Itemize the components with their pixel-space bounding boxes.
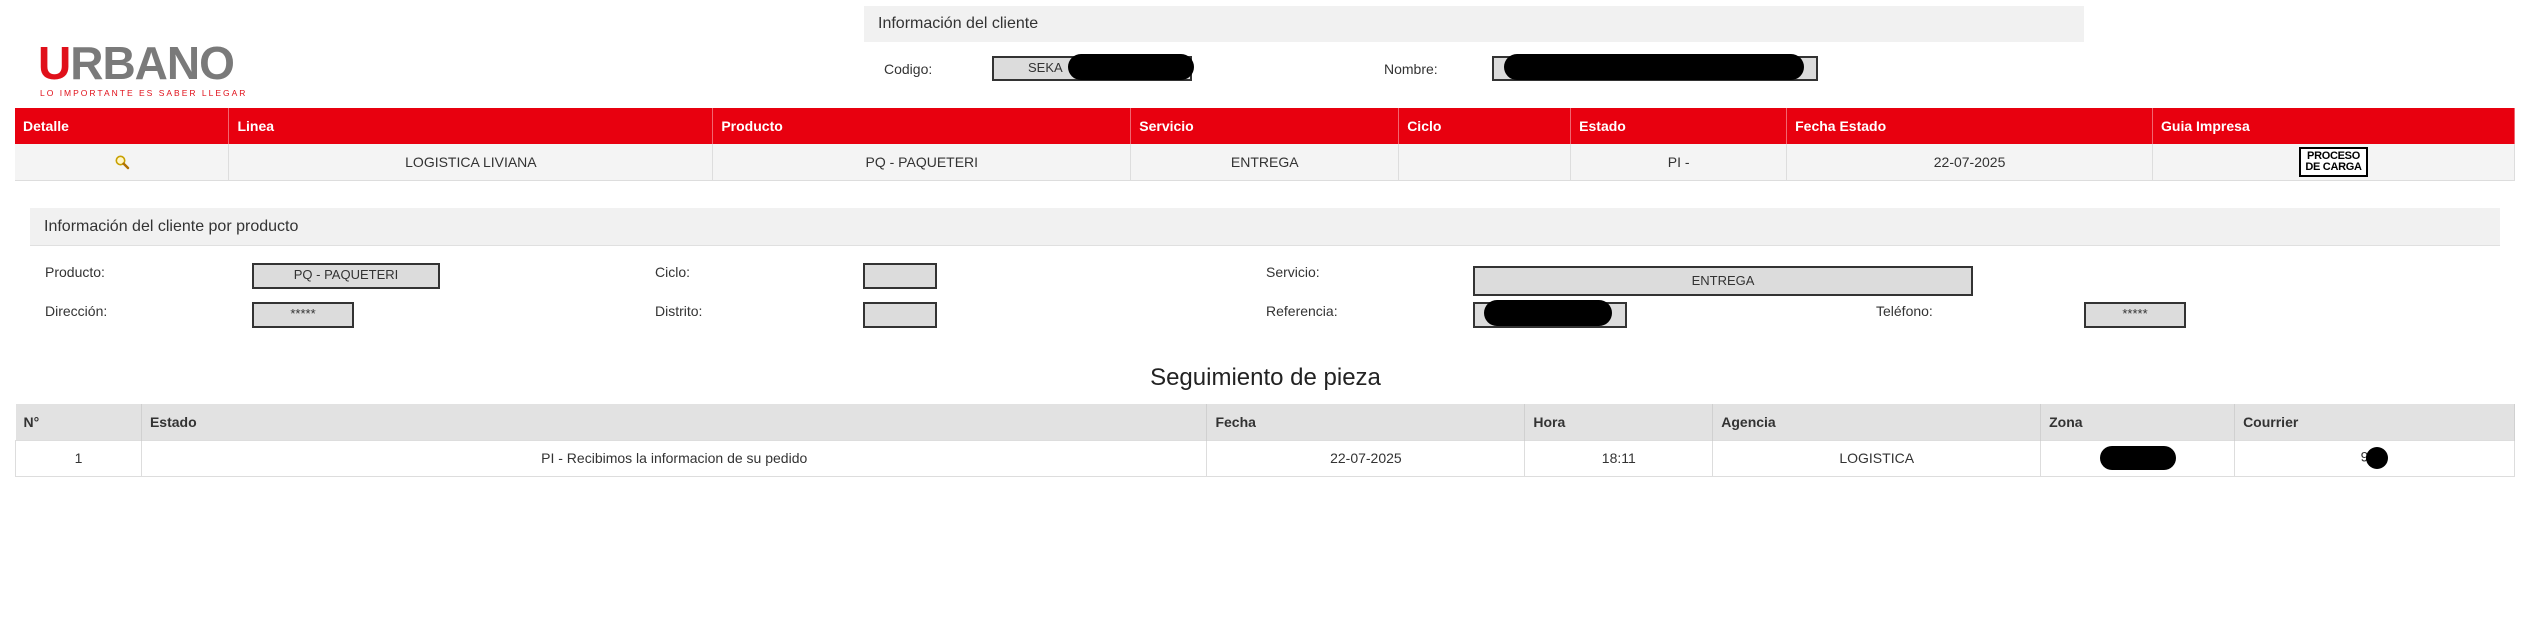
ciclo-field xyxy=(863,263,937,289)
redacted-courrier xyxy=(2366,447,2389,469)
client-info-header: Información del cliente xyxy=(864,6,2084,42)
tracking-title: Seguimiento de pieza xyxy=(1150,364,1381,391)
redacted-codigo xyxy=(1068,54,1194,80)
referencia-label: Referencia: xyxy=(1266,303,1338,319)
logo-wordmark: URBANO xyxy=(38,37,235,89)
guide-table: Detalle Linea Producto Servicio Ciclo Es… xyxy=(15,108,2515,181)
table-row: LOGISTICA LIVIANA PQ - PAQUETERI ENTREGA… xyxy=(15,144,2515,181)
hora-cell: 18:11 xyxy=(1524,439,1714,477)
magnifier-icon[interactable] xyxy=(114,154,130,170)
col-courrier: Courrier xyxy=(2234,404,2515,440)
servicio-field: ENTREGA xyxy=(1473,266,1973,296)
direccion-label: Dirección: xyxy=(45,303,108,319)
urbano-logo: URBANO LO IMPORTANTE ES SABER LLEGAR xyxy=(38,10,258,98)
col-producto: Producto xyxy=(712,108,1132,144)
redacted-referencia xyxy=(1484,300,1612,326)
agencia-cell: LOGISTICA xyxy=(1712,439,2042,477)
codigo-label: Codigo: xyxy=(884,61,933,77)
nombre-label: Nombre: xyxy=(1384,61,1438,77)
estado-cell: PI - xyxy=(1570,144,1788,181)
col-n: N° xyxy=(15,404,142,440)
distrito-label: Distrito: xyxy=(655,303,703,319)
tracking-table-header: N° Estado Fecha Hora Agencia Zona Courri… xyxy=(15,404,2515,440)
col-fecha: Fecha xyxy=(1206,404,1526,440)
col-linea: Linea xyxy=(228,108,714,144)
client-info-title: Información del cliente xyxy=(878,15,1039,32)
fecha-estado-cell: 22-07-2025 xyxy=(1786,144,2154,181)
table-row: 1 PI - Recibimos la informacion de su pe… xyxy=(15,439,2515,477)
guia-impresa-cell: PROCESO DE CARGA xyxy=(2152,144,2515,181)
col-servicio: Servicio xyxy=(1130,108,1400,144)
product-info-header: Información del cliente por producto xyxy=(30,208,2500,246)
producto-cell: PQ - PAQUETERI xyxy=(712,144,1132,181)
telefono-field: ***** xyxy=(2084,302,2186,328)
col-fecha-estado: Fecha Estado xyxy=(1786,108,2154,144)
direccion-field: ***** xyxy=(252,302,354,328)
col-guia-impresa: Guia Impresa xyxy=(2152,108,2515,144)
proceso-de-carga-button[interactable]: PROCESO DE CARGA xyxy=(2299,146,2368,177)
product-info-title: Información del cliente por producto xyxy=(44,218,299,235)
producto-label: Producto: xyxy=(45,264,105,280)
telefono-label: Teléfono: xyxy=(1876,303,1933,319)
tracking-table: N° Estado Fecha Hora Agencia Zona Courri… xyxy=(15,404,2515,477)
col-detalle: Detalle xyxy=(15,108,230,144)
redacted-nombre xyxy=(1504,54,1804,80)
col-ciclo: Ciclo xyxy=(1398,108,1572,144)
detalle-cell xyxy=(15,144,230,181)
guide-table-header: Detalle Linea Producto Servicio Ciclo Es… xyxy=(15,108,2515,144)
fecha-cell: 22-07-2025 xyxy=(1206,439,1526,477)
col-zona: Zona xyxy=(2040,404,2236,440)
linea-cell: LOGISTICA LIVIANA xyxy=(228,144,714,181)
courrier-cell: 9 xyxy=(2234,439,2515,477)
servicio-label: Servicio: xyxy=(1266,264,1320,280)
ciclo-label: Ciclo: xyxy=(655,264,691,280)
col-estado: Estado xyxy=(1570,108,1788,144)
logo-tagline: LO IMPORTANTE ES SABER LLEGAR xyxy=(40,88,248,98)
redacted-zona xyxy=(2099,446,2176,470)
ciclo-cell xyxy=(1398,144,1572,181)
col-agencia: Agencia xyxy=(1712,404,2042,440)
col-estado: Estado xyxy=(141,404,1208,440)
n-cell: 1 xyxy=(15,439,142,477)
producto-field: PQ - PAQUETERI xyxy=(252,263,440,289)
zona-cell xyxy=(2040,439,2236,477)
servicio-cell: ENTREGA xyxy=(1130,144,1400,181)
col-hora: Hora xyxy=(1524,404,1714,440)
distrito-field xyxy=(863,302,937,328)
estado-cell: PI - Recibimos la informacion de su pedi… xyxy=(140,439,1208,477)
